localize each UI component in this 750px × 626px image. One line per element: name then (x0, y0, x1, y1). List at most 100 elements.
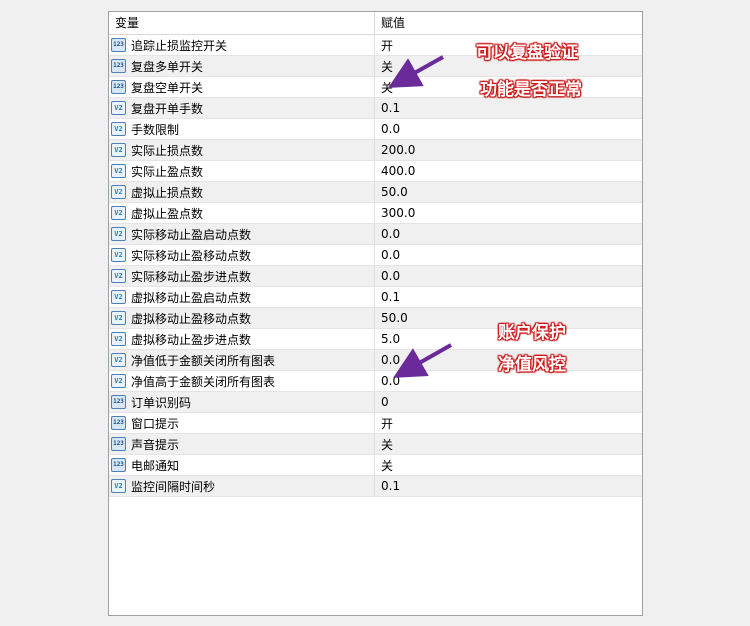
variable-cell[interactable]: 123 窗口提示 (109, 413, 375, 433)
double-type-icon: V2 (111, 206, 126, 220)
integer-type-icon: 123 (111, 59, 126, 73)
table-row[interactable]: V2 复盘开单手数 0.1 (109, 98, 642, 119)
variable-cell[interactable]: V2 虚拟移动止盈移动点数 (109, 308, 375, 328)
variable-cell[interactable]: 123 追踪止损监控开关 (109, 35, 375, 55)
integer-type-icon: 123 (111, 416, 126, 430)
variable-label: 虚拟移动止盈移动点数 (131, 311, 252, 326)
variable-label: 实际止损点数 (131, 143, 204, 158)
variable-cell[interactable]: V2 实际止盈点数 (109, 161, 375, 181)
variable-label: 复盘空单开关 (131, 80, 204, 95)
table-row[interactable]: 123 窗口提示 开 (109, 413, 642, 434)
variable-cell[interactable]: V2 手数限制 (109, 119, 375, 139)
variable-cell[interactable]: 123 电邮通知 (109, 455, 375, 475)
variable-cell[interactable]: V2 复盘开单手数 (109, 98, 375, 118)
variable-cell[interactable]: V2 实际移动止盈启动点数 (109, 224, 375, 244)
variable-cell[interactable]: 123 声音提示 (109, 434, 375, 454)
annotation-account-1: 账户保护 (498, 323, 566, 343)
table-row[interactable]: V2 实际移动止盈启动点数 0.0 (109, 224, 642, 245)
variable-cell[interactable]: V2 实际移动止盈移动点数 (109, 245, 375, 265)
value-cell[interactable]: 0.0 (375, 119, 642, 139)
value-cell[interactable]: 开 (375, 413, 642, 433)
table-row[interactable]: 123 订单识别码 0 (109, 392, 642, 413)
variable-cell[interactable]: V2 实际止损点数 (109, 140, 375, 160)
value-cell[interactable]: 0.1 (375, 476, 642, 496)
value-cell[interactable]: 0.1 (375, 98, 642, 118)
variable-label: 监控间隔时间秒 (131, 479, 216, 494)
value-cell[interactable]: 关 (375, 434, 642, 454)
variable-label: 复盘多单开关 (131, 59, 204, 74)
value-cell[interactable]: 0.1 (375, 287, 642, 307)
table-header: 变量 赋值 (109, 12, 642, 35)
variable-label: 窗口提示 (131, 416, 180, 431)
double-type-icon: V2 (111, 311, 126, 325)
table-row[interactable]: V2 实际止损点数 200.0 (109, 140, 642, 161)
table-row[interactable]: V2 实际止盈点数 400.0 (109, 161, 642, 182)
double-type-icon: V2 (111, 248, 126, 262)
double-type-icon: V2 (111, 185, 126, 199)
integer-type-icon: 123 (111, 80, 126, 94)
integer-type-icon: 123 (111, 458, 126, 472)
double-type-icon: V2 (111, 227, 126, 241)
variable-label: 实际移动止盈步进点数 (131, 269, 252, 284)
variable-label: 虚拟移动止盈步进点数 (131, 332, 252, 347)
variable-cell[interactable]: V2 虚拟移动止盈步进点数 (109, 329, 375, 349)
value-cell[interactable]: 50.0 (375, 182, 642, 202)
value-cell[interactable]: 300.0 (375, 203, 642, 223)
variable-label: 虚拟移动止盈启动点数 (131, 290, 252, 305)
variable-cell[interactable]: V2 虚拟止盈点数 (109, 203, 375, 223)
variable-label: 复盘开单手数 (131, 101, 204, 116)
integer-type-icon: 123 (111, 437, 126, 451)
table-row[interactable]: V2 实际移动止盈移动点数 0.0 (109, 245, 642, 266)
variable-cell[interactable]: V2 实际移动止盈步进点数 (109, 266, 375, 286)
table-row[interactable]: V2 实际移动止盈步进点数 0.0 (109, 266, 642, 287)
value-cell[interactable]: 0.0 (375, 224, 642, 244)
table-row[interactable]: 123 电邮通知 关 (109, 455, 642, 476)
double-type-icon: V2 (111, 479, 126, 493)
double-type-icon: V2 (111, 290, 126, 304)
value-cell[interactable]: 0 (375, 392, 642, 412)
variable-label: 虚拟止损点数 (131, 185, 204, 200)
table-row[interactable]: V2 手数限制 0.0 (109, 119, 642, 140)
double-type-icon: V2 (111, 374, 126, 388)
double-type-icon: V2 (111, 353, 126, 367)
variable-label: 虚拟止盈点数 (131, 206, 204, 221)
inputs-table: 变量 赋值 123 追踪止损监控开关开 123 复盘多单开关关 123 复盘空单开关关 V2… (108, 11, 643, 616)
table-row[interactable]: V2 虚拟移动止盈启动点数 0.1 (109, 287, 642, 308)
value-cell[interactable]: 200.0 (375, 140, 642, 160)
variable-label: 手数限制 (131, 122, 180, 137)
table-body: 123 追踪止损监控开关开 123 复盘多单开关关 123 复盘空单开关关 V2 复盘开单手数… (109, 35, 642, 497)
header-value[interactable]: 赋值 (375, 12, 642, 34)
table-row[interactable]: V2 虚拟止损点数 50.0 (109, 182, 642, 203)
value-cell[interactable]: 关 (375, 455, 642, 475)
table-row[interactable]: V2 虚拟止盈点数 300.0 (109, 203, 642, 224)
variable-cell[interactable]: 123 复盘多单开关 (109, 56, 375, 76)
variable-cell[interactable]: 123 复盘空单开关 (109, 77, 375, 97)
annotation-backtest-2: 功能是否正常 (480, 80, 582, 100)
variable-cell[interactable]: 123 订单识别码 (109, 392, 375, 412)
variable-label: 电邮通知 (131, 458, 180, 473)
double-type-icon: V2 (111, 122, 126, 136)
variable-cell[interactable]: V2 虚拟移动止盈启动点数 (109, 287, 375, 307)
value-cell[interactable]: 400.0 (375, 161, 642, 181)
double-type-icon: V2 (111, 101, 126, 115)
value-cell[interactable]: 0.0 (375, 266, 642, 286)
variable-cell[interactable]: V2 虚拟止损点数 (109, 182, 375, 202)
annotation-backtest-1: 可以复盘验证 (476, 43, 578, 63)
value-cell[interactable]: 0.0 (375, 245, 642, 265)
variable-cell[interactable]: V2 净值低于金额关闭所有图表 (109, 350, 375, 370)
integer-type-icon: 123 (111, 395, 126, 409)
variable-label: 净值低于金额关闭所有图表 (131, 353, 276, 368)
double-type-icon: V2 (111, 143, 126, 157)
integer-type-icon: 123 (111, 38, 126, 52)
variable-cell[interactable]: V2 净值高于金额关闭所有图表 (109, 371, 375, 391)
variable-cell[interactable]: V2 监控间隔时间秒 (109, 476, 375, 496)
table-row[interactable]: V2 监控间隔时间秒 0.1 (109, 476, 642, 497)
variable-label: 订单识别码 (131, 395, 192, 410)
variable-label: 实际移动止盈启动点数 (131, 227, 252, 242)
variable-label: 实际移动止盈移动点数 (131, 248, 252, 263)
double-type-icon: V2 (111, 269, 126, 283)
header-variable[interactable]: 变量 (109, 12, 375, 34)
double-type-icon: V2 (111, 332, 126, 346)
variable-label: 净值高于金额关闭所有图表 (131, 374, 276, 389)
table-row[interactable]: 123 声音提示 关 (109, 434, 642, 455)
